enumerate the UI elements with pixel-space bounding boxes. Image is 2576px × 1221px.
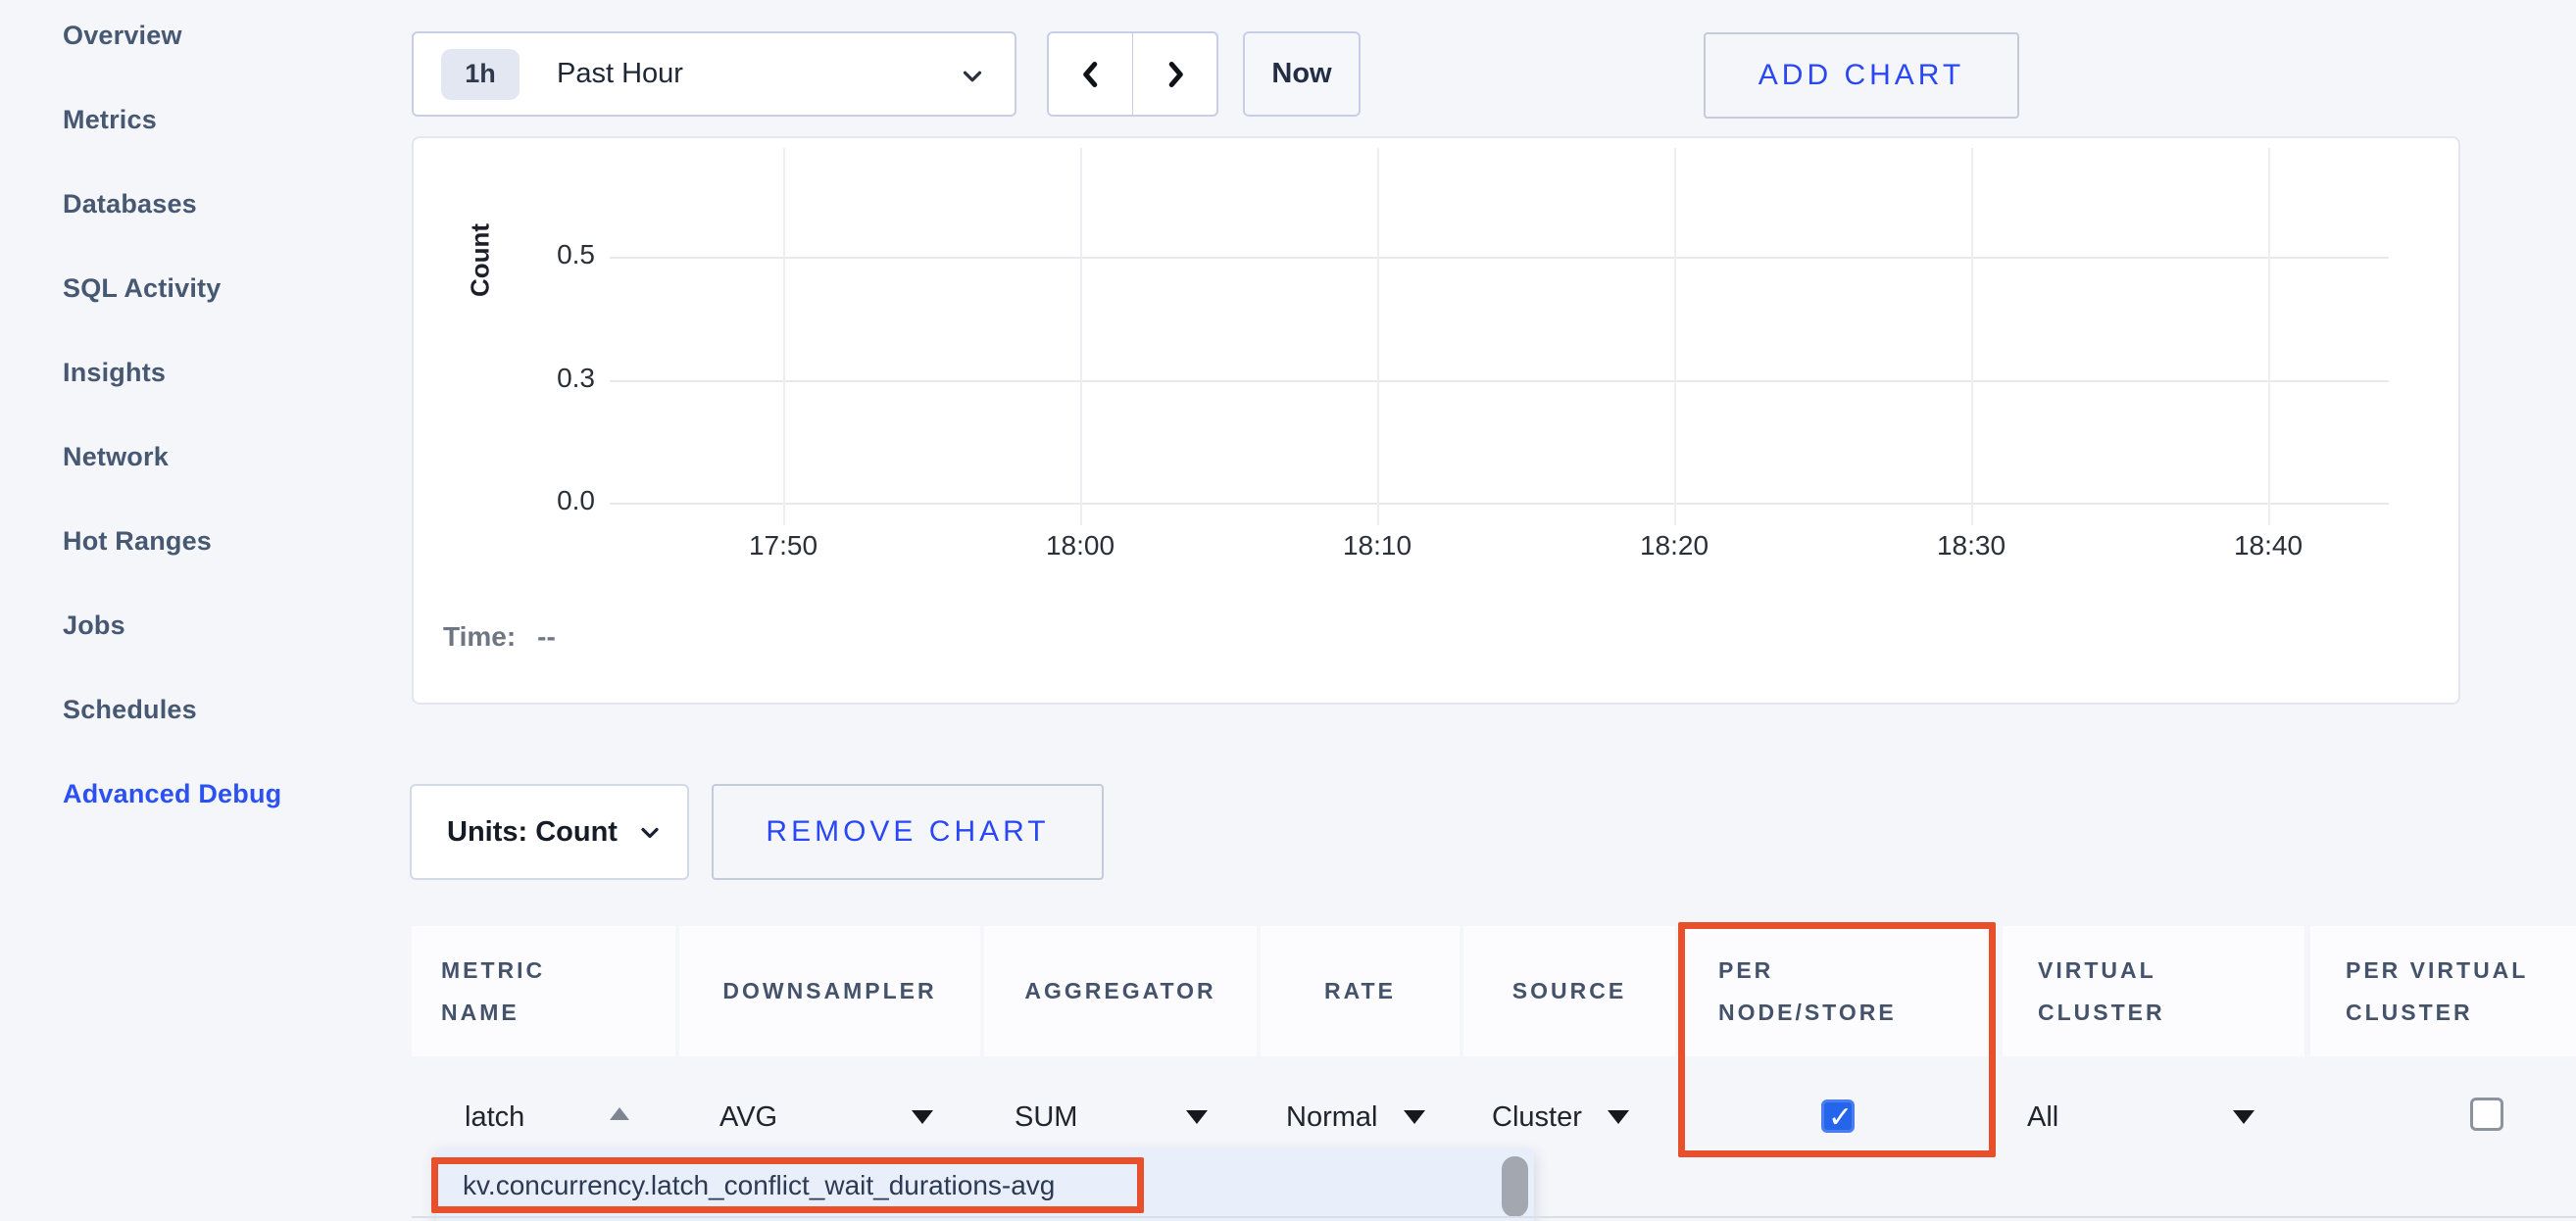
sidebar-item-databases[interactable]: Databases [63, 182, 376, 225]
x-tick-1750: 17:50 [715, 530, 852, 562]
y-tick-0-3: 0.3 [517, 363, 595, 394]
sidebar-item-schedules[interactable]: Schedules [63, 688, 376, 731]
bottom-divider [412, 1216, 2576, 1218]
virtual-cluster-caret-icon[interactable] [2233, 1110, 2254, 1124]
metric-suggestion-item[interactable]: kv.concurrency.latch_conflict_wait_durat… [463, 1170, 1055, 1201]
remove-chart-button[interactable]: REMOVE CHART [712, 784, 1104, 880]
sidebar-item-jobs[interactable]: Jobs [63, 604, 376, 647]
downsampler-caret-icon[interactable] [912, 1110, 933, 1124]
time-readout-value: -- [537, 621, 556, 652]
time-readout-label: Time: [443, 621, 516, 652]
sidebar-item-overview[interactable]: Overview [63, 14, 376, 57]
gridline-vertical [1080, 148, 1082, 525]
sidebar-item-metrics[interactable]: Metrics [63, 98, 376, 141]
now-button[interactable]: Now [1243, 31, 1361, 117]
gridline-horizontal [610, 503, 2389, 505]
sidebar-item-insights[interactable]: Insights [63, 351, 376, 394]
time-range-label: Past Hour [557, 58, 683, 90]
metric-name-input[interactable]: latch [465, 1099, 524, 1135]
now-button-label: Now [1271, 58, 1331, 90]
chevron-down-icon [958, 62, 987, 91]
gridline-vertical [2268, 148, 2270, 525]
aggregator-select[interactable]: SUM [1015, 1099, 1077, 1135]
per-node-store-checkbox[interactable] [1821, 1099, 1855, 1133]
chevron-down-icon [636, 819, 664, 847]
add-chart-label: ADD CHART [1759, 59, 1964, 92]
remove-chart-label: REMOVE CHART [766, 815, 1049, 849]
source-caret-icon[interactable] [1608, 1110, 1629, 1124]
x-tick-1800: 18:00 [1012, 530, 1149, 562]
aggregator-caret-icon[interactable] [1186, 1110, 1208, 1124]
x-tick-1810: 18:10 [1309, 530, 1446, 562]
time-range-badge: 1h [441, 49, 520, 100]
sidebar-item-network[interactable]: Network [63, 435, 376, 478]
time-range-dropdown[interactable]: 1h Past Hour [412, 31, 1016, 117]
y-axis-title: Count [461, 195, 500, 324]
column-header-downsampler: DOWNSAMPLER [679, 926, 980, 1056]
gridline-vertical [783, 148, 785, 525]
hover-time-readout: Time: -- [443, 621, 556, 653]
source-select[interactable]: Cluster [1492, 1099, 1582, 1135]
column-header-metric-name: METRIC NAME [412, 926, 675, 1056]
units-dropdown[interactable]: Units: Count [410, 784, 689, 880]
dropdown-scrollbar-thumb[interactable] [1502, 1156, 1528, 1217]
time-prev-button[interactable] [1047, 31, 1133, 117]
gridline-horizontal [610, 257, 2389, 259]
x-tick-1840: 18:40 [2200, 530, 2337, 562]
custom-chart-panel: Count 0.5 0.3 0.0 17:50 18:00 18:10 18:2… [412, 136, 2460, 705]
rate-select[interactable]: Normal [1286, 1099, 1377, 1135]
add-chart-button[interactable]: ADD CHART [1704, 32, 2019, 119]
x-tick-1820: 18:20 [1606, 530, 1743, 562]
units-dropdown-label: Units: Count [447, 816, 618, 849]
y-tick-0-5: 0.5 [517, 239, 595, 270]
metric-dropdown-open-icon[interactable] [610, 1107, 629, 1120]
x-tick-1830: 18:30 [1903, 530, 2040, 562]
column-header-virtual-cluster: VIRTUAL CLUSTER [2003, 926, 2304, 1056]
column-header-aggregator: AGGREGATOR [984, 926, 1257, 1056]
gridline-horizontal [610, 380, 2389, 382]
column-header-per-virtual-cluster: PER VIRTUAL CLUSTER [2310, 926, 2576, 1056]
sidebar-item-advanced-debug[interactable]: Advanced Debug [63, 772, 376, 815]
column-header-per-node-store: PER NODE/STORE [1683, 926, 1993, 1056]
sidebar-item-hot-ranges[interactable]: Hot Ranges [63, 519, 376, 562]
sidebar-item-sql-activity[interactable]: SQL Activity [63, 267, 376, 310]
chevron-left-icon [1073, 57, 1109, 92]
column-header-rate: RATE [1261, 926, 1460, 1056]
column-header-source: SOURCE [1463, 926, 1675, 1056]
chevron-right-icon [1158, 57, 1193, 92]
y-tick-0-0: 0.0 [517, 485, 595, 516]
downsampler-select[interactable]: AVG [719, 1099, 777, 1135]
gridline-vertical [1377, 148, 1379, 525]
per-virtual-cluster-checkbox[interactable] [2470, 1098, 2503, 1131]
time-next-button[interactable] [1132, 31, 1218, 117]
virtual-cluster-select[interactable]: All [2027, 1099, 2058, 1135]
rate-caret-icon[interactable] [1404, 1110, 1425, 1124]
sidebar: Overview Metrics Databases SQL Activity … [63, 14, 376, 856]
gridline-vertical [1971, 148, 1973, 525]
gridline-vertical [1674, 148, 1676, 525]
